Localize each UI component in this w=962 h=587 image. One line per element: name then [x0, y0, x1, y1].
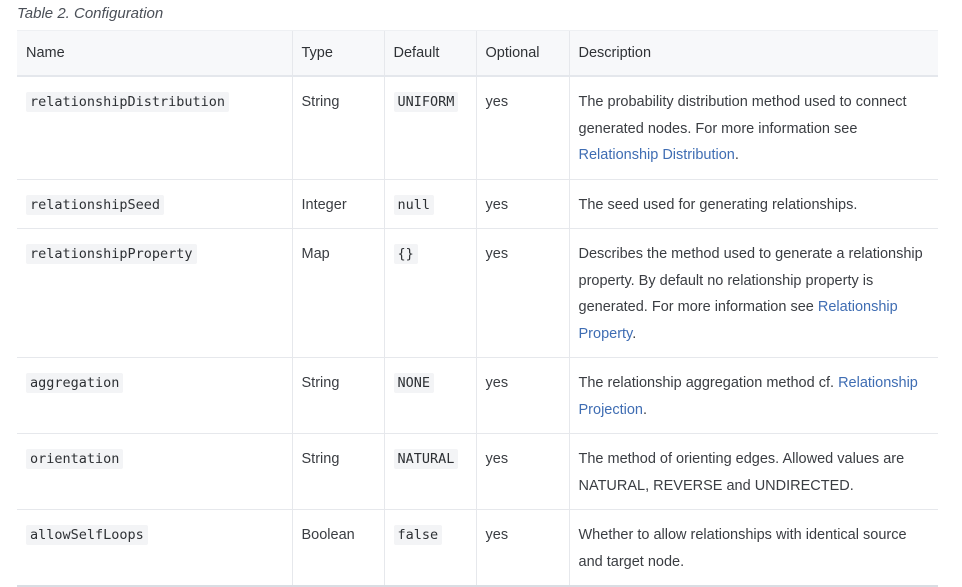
- cell-type: String: [291, 76, 384, 180]
- cell-optional: yes: [475, 228, 569, 358]
- cell-default: NONE: [383, 357, 476, 434]
- cell-name: relationshipSeed: [17, 179, 292, 229]
- table-row: allowSelfLoops Boolean false yes Whether…: [17, 509, 938, 587]
- table-row: relationshipProperty Map {} yes Describe…: [17, 228, 938, 358]
- column-header-name: Name: [17, 30, 292, 77]
- table-header-row: Name Type Default Optional Description: [17, 30, 938, 77]
- default-value: NONE: [393, 373, 435, 393]
- cell-optional: yes: [475, 76, 569, 180]
- table-row: relationshipDistribution String UNIFORM …: [17, 76, 938, 180]
- cell-default: UNIFORM: [383, 76, 476, 180]
- cell-description: Whether to allow relationships with iden…: [568, 509, 938, 587]
- column-header-description: Description: [568, 30, 938, 77]
- cell-optional: yes: [475, 433, 569, 510]
- cell-name: orientation: [17, 433, 292, 510]
- description-suffix: .: [734, 147, 739, 163]
- cell-default: false: [383, 509, 476, 587]
- cell-type: Map: [291, 228, 384, 358]
- description-text: Whether to allow relationships with iden…: [578, 527, 907, 570]
- description-text: The probability distribution method used…: [578, 94, 907, 137]
- param-name: orientation: [26, 449, 124, 469]
- column-header-default: Default: [383, 30, 476, 77]
- param-name: relationshipProperty: [26, 244, 197, 264]
- cell-type: Integer: [291, 179, 384, 229]
- default-value: NATURAL: [393, 449, 459, 469]
- cell-optional: yes: [475, 179, 569, 229]
- cell-description: Describes the method used to generate a …: [568, 228, 938, 358]
- configuration-table: Name Type Default Optional Description r…: [17, 30, 938, 587]
- description-suffix: .: [632, 325, 637, 342]
- default-value: UNIFORM: [393, 92, 459, 112]
- param-name: relationshipSeed: [26, 194, 165, 215]
- cell-name: relationshipDistribution: [17, 76, 292, 180]
- cell-name: relationshipProperty: [17, 228, 292, 358]
- cell-name: allowSelfLoops: [17, 509, 292, 587]
- cell-description: The probability distribution method used…: [568, 76, 938, 180]
- description-text: The relationship aggregation method cf.: [578, 375, 839, 391]
- default-value: {}: [393, 244, 418, 264]
- table-row: orientation String NATURAL yes The metho…: [17, 433, 938, 510]
- param-name: aggregation: [26, 373, 124, 393]
- table-caption: Table 2. Configuration: [17, 5, 164, 22]
- table-row: relationshipSeed Integer null yes The se…: [17, 179, 938, 229]
- param-name: relationshipDistribution: [26, 92, 230, 112]
- cell-type: Boolean: [291, 509, 384, 587]
- column-header-optional: Optional: [475, 30, 569, 77]
- default-value: false: [393, 525, 443, 545]
- cell-description: The seed used for generating relationshi…: [568, 179, 938, 229]
- cell-default: NATURAL: [383, 433, 476, 510]
- cell-default: null: [383, 179, 476, 229]
- description-suffix: .: [642, 401, 648, 418]
- cell-name: aggregation: [17, 357, 292, 434]
- description-text: The seed used for generating relationshi…: [578, 196, 858, 213]
- param-name: allowSelfLoops: [26, 525, 148, 545]
- cell-type: String: [291, 433, 384, 510]
- cell-optional: yes: [475, 357, 569, 434]
- default-value: null: [393, 194, 435, 215]
- description-text: The method of orienting edges. Allowed v…: [578, 451, 905, 494]
- table-row: aggregation String NONE yes The relation…: [17, 357, 938, 434]
- cell-description: The method of orienting edges. Allowed v…: [568, 433, 938, 510]
- cell-description: The relationship aggregation method cf. …: [568, 357, 938, 434]
- link-relationship-distribution[interactable]: Relationship Distribution: [579, 147, 735, 163]
- cell-default: {}: [383, 228, 476, 358]
- cell-optional: yes: [475, 509, 569, 587]
- column-header-type: Type: [291, 30, 384, 77]
- cell-type: String: [291, 357, 384, 434]
